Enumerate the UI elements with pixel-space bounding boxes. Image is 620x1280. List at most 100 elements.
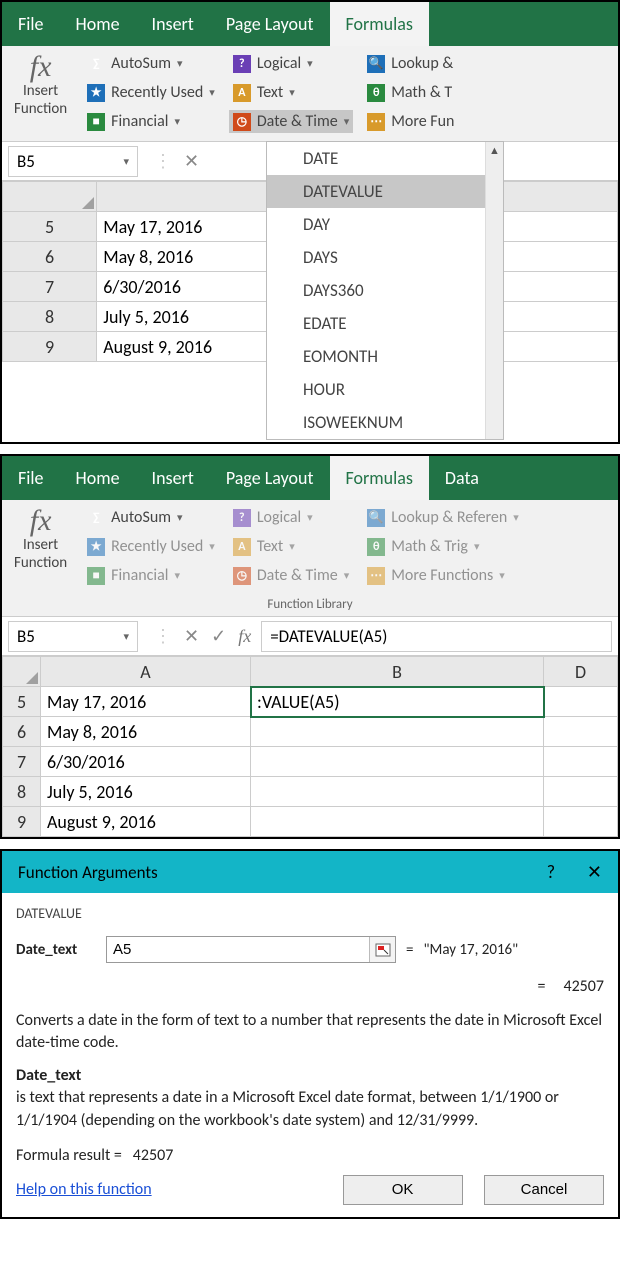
tab-home[interactable]: Home [60,456,136,500]
date-time-button[interactable]: ◷Date & Time▾ [229,564,353,587]
row-header-8[interactable]: 8 [3,777,41,807]
financial-button[interactable]: ■Financial▾ [83,564,219,587]
column-header-D[interactable]: D [544,657,618,687]
cell-B9[interactable] [251,807,544,837]
lookup-icon: 🔍 [367,55,385,73]
row-header-9[interactable]: 9 [3,332,97,362]
dropdown-item-eomonth[interactable]: EOMONTH [267,340,503,373]
select-all-corner[interactable] [3,657,41,687]
cancel-button[interactable]: Cancel [484,1175,604,1205]
tab-page-layout[interactable]: Page Layout [210,2,330,46]
enter-formula-icon[interactable]: ✓ [211,625,226,647]
tab-data[interactable]: Data [429,456,495,500]
cell-B5[interactable]: :VALUE(A5) [251,687,544,717]
cell-D6[interactable] [544,717,618,747]
tab-page-layout[interactable]: Page Layout [210,456,330,500]
select-all-corner[interactable] [3,182,97,212]
lookup-button[interactable]: 🔍Lookup & [363,52,458,75]
ok-button[interactable]: OK [343,1175,463,1205]
financial-button[interactable]: ■Financial▾ [83,110,219,133]
fx-icon[interactable]: fx [238,626,251,647]
cell-A5[interactable]: May 17, 2016 [41,687,251,717]
math-button[interactable]: θMath & T [363,81,458,104]
cancel-formula-icon[interactable]: ✕ [184,625,199,647]
row-header-5[interactable]: 5 [3,212,97,242]
scroll-up-icon[interactable]: ▲ [486,142,503,159]
dropdown-scrollbar[interactable]: ▲ [485,142,503,439]
row-header-9[interactable]: 9 [3,807,41,837]
financial-icon: ■ [87,113,105,131]
insert-function-label: Insert Function [14,536,67,572]
more-functions-button[interactable]: ⋯More Fun [363,110,458,133]
name-box[interactable]: B5▾ [8,146,138,177]
row-header-7[interactable]: 7 [3,747,41,777]
dropdown-item-edate[interactable]: EDATE [267,307,503,340]
text-button[interactable]: AText▾ [229,81,353,104]
autosum-button[interactable]: ∑AutoSum▾ [83,506,219,529]
cell-A8[interactable]: July 5, 2016 [41,777,251,807]
insert-function-button[interactable]: fx Insert Function [8,52,73,133]
row-header-6[interactable]: 6 [3,717,41,747]
insert-function-button[interactable]: fx Insert Function [8,506,73,587]
cell-B7[interactable] [251,747,544,777]
chevron-down-icon: ▾ [344,569,350,582]
cell-D9[interactable] [544,807,618,837]
cell-D5[interactable] [544,687,618,717]
tab-formulas[interactable]: Formulas [330,456,429,500]
autosum-button[interactable]: ∑AutoSum▾ [83,52,219,75]
tab-home[interactable]: Home [60,2,136,46]
row-header-5[interactable]: 5 [3,687,41,717]
row-header-7[interactable]: 7 [3,272,97,302]
cancel-formula-icon[interactable]: ✕ [184,150,199,172]
chevron-down-icon[interactable]: ▾ [123,630,129,643]
text-icon: A [233,538,251,556]
column-header-B[interactable]: B [251,657,544,687]
dropdown-item-date[interactable]: DATE [267,142,503,175]
chevron-down-icon: ▾ [307,511,313,524]
lookup-button[interactable]: 🔍Lookup & Referen▾ [363,506,523,529]
cell-D7[interactable] [544,747,618,777]
math-button[interactable]: θMath & Trig▾ [363,535,523,558]
dropdown-item-isoweeknum[interactable]: ISOWEEKNUM [267,406,503,439]
more-functions-button[interactable]: ⋯More Functions▾ [363,564,523,587]
help-link[interactable]: Help on this function [16,1180,152,1199]
recently-used-button[interactable]: ★Recently Used▾ [83,535,219,558]
cell-B8[interactable] [251,777,544,807]
cell-D8[interactable] [544,777,618,807]
cell-B6[interactable] [251,717,544,747]
arg-input-field[interactable] [107,937,369,962]
row-header-8[interactable]: 8 [3,302,97,332]
tab-insert[interactable]: Insert [136,456,210,500]
chevron-down-icon[interactable]: ▾ [123,155,129,168]
dropdown-item-hour[interactable]: HOUR [267,373,503,406]
logical-icon: ? [233,509,251,527]
ribbon-section-label: Function Library [2,595,618,616]
recently-used-button[interactable]: ★Recently Used▾ [83,81,219,104]
text-icon: A [233,84,251,102]
tab-insert[interactable]: Insert [136,2,210,46]
dropdown-item-days360[interactable]: DAYS360 [267,274,503,307]
tab-formulas[interactable]: Formulas [330,2,429,46]
cell-A7[interactable]: 6/30/2016 [41,747,251,777]
date-time-button[interactable]: ◷Date & Time▾ [229,110,353,133]
tab-file[interactable]: File [2,2,60,46]
help-icon[interactable]: ? [547,861,555,883]
text-button[interactable]: AText▾ [229,535,353,558]
name-box[interactable]: B5▾ [8,621,138,652]
row-header-6[interactable]: 6 [3,242,97,272]
insert-function-label: Insert Function [14,82,67,118]
column-header-A[interactable]: A [41,657,251,687]
tab-file[interactable]: File [2,456,60,500]
logical-button[interactable]: ?Logical▾ [229,506,353,529]
cell-A6[interactable]: May 8, 2016 [41,717,251,747]
arg-input[interactable] [106,936,396,963]
dropdown-item-day[interactable]: DAY [267,208,503,241]
dropdown-item-days[interactable]: DAYS [267,241,503,274]
spreadsheet-grid[interactable]: ABD 5May 17, 2016:VALUE(A5) 6May 8, 201676… [2,656,618,837]
collapse-dialog-icon[interactable] [369,937,395,962]
logical-button[interactable]: ?Logical▾ [229,52,353,75]
dropdown-item-datevalue[interactable]: DATEVALUE [267,175,503,208]
cell-A9[interactable]: August 9, 2016 [41,807,251,837]
formula-input[interactable]: =DATEVALUE(A5) [261,621,612,652]
close-icon[interactable]: ✕ [587,861,602,883]
